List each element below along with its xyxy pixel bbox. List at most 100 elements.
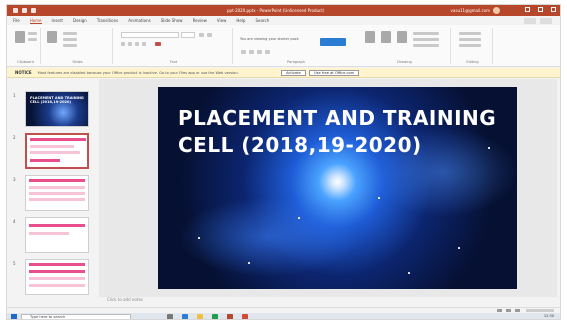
group-font: Font [115, 28, 233, 64]
system-tray-clock[interactable]: 12:30 [544, 314, 554, 318]
align-left-icon[interactable] [257, 50, 262, 54]
slide-thumbnail-3[interactable] [25, 175, 89, 211]
underline-icon[interactable] [135, 42, 139, 46]
shape-effects-icon[interactable] [413, 44, 439, 47]
thumbnail-bar [30, 159, 60, 162]
numbering-icon[interactable] [249, 50, 254, 54]
star-decoration [378, 197, 380, 199]
notice-bar: NOTICE Most features are disabled becaus… [7, 68, 560, 78]
star-decoration [298, 217, 300, 219]
task-view-icon[interactable] [167, 314, 173, 319]
chrome-icon[interactable] [212, 314, 218, 319]
user-account[interactable]: vasu11@gmail.com [451, 8, 490, 13]
zoom-slider[interactable] [526, 309, 554, 312]
slide-thumbnail-1[interactable]: PLACEMENT AND TRAINING CELL (2018,19-202… [25, 91, 89, 127]
shape-fill-icon[interactable] [413, 32, 439, 35]
italic-icon[interactable] [128, 42, 132, 46]
close-icon[interactable] [551, 7, 556, 12]
thumbnail-bar [29, 198, 85, 201]
group-editing: Editing [453, 28, 493, 64]
taskbar-search[interactable]: Type here to search [21, 314, 131, 319]
group-label: Editing [466, 60, 479, 64]
shrink-font-icon[interactable] [207, 33, 212, 37]
cut-icon[interactable] [28, 32, 37, 35]
group-label: Drawing [397, 60, 412, 64]
star-decoration [408, 272, 410, 274]
arrange-icon[interactable] [381, 31, 391, 43]
strikethrough-icon[interactable] [142, 42, 146, 46]
thumbnail-bar [30, 138, 86, 141]
notes-placeholder[interactable]: Click to add notes [107, 297, 143, 302]
thumbnail-bar [30, 145, 74, 148]
tab-file[interactable]: File [13, 18, 20, 23]
thumbnail-number: 4 [13, 219, 16, 224]
app-icon[interactable] [242, 314, 248, 319]
group-drawing: Drawing [359, 28, 451, 64]
tab-transitions[interactable]: Transitions [97, 18, 118, 23]
font-family-select[interactable] [121, 32, 179, 38]
quick-styles-icon[interactable] [397, 31, 407, 43]
start-icon[interactable] [11, 314, 17, 319]
comments-button[interactable] [540, 17, 552, 24]
window-title: ppt-2020.pptx - PowerPoint (Unlicensed P… [227, 8, 325, 13]
tab-design[interactable]: Design [73, 18, 87, 23]
tab-slide-show[interactable]: Slide Show [161, 18, 183, 23]
thumbnail-number: 3 [13, 177, 16, 182]
autosave-icon[interactable] [13, 8, 18, 13]
group-label: Font [169, 60, 178, 64]
layout-icon[interactable] [63, 32, 77, 35]
find-icon[interactable] [459, 32, 481, 35]
slide-thumbnail-2[interactable] [25, 133, 89, 169]
notice-label: NOTICE [15, 70, 32, 75]
slide-thumbnails-pane: 1 PLACEMENT AND TRAINING CELL (2018,19-2… [7, 79, 99, 307]
group-clipboard: Clipboard [11, 28, 41, 64]
tab-view[interactable]: View [217, 18, 227, 23]
grow-font-icon[interactable] [199, 33, 204, 37]
avatar[interactable] [493, 7, 500, 14]
paste-icon[interactable] [15, 31, 25, 43]
font-size-select[interactable] [181, 32, 195, 38]
copy-icon[interactable] [28, 38, 37, 41]
use-web-button[interactable]: Use free at Office.com [309, 70, 360, 76]
slide-sorter-icon[interactable] [506, 309, 511, 312]
tab-review[interactable]: Review [193, 18, 207, 23]
slide-thumbnail-4[interactable] [25, 217, 89, 253]
replace-icon[interactable] [459, 38, 481, 41]
font-color-icon[interactable] [155, 42, 161, 46]
tab-animations[interactable]: Animations [128, 18, 150, 23]
star-decoration [248, 262, 250, 264]
section-icon[interactable] [63, 44, 77, 47]
slide-title[interactable]: PLACEMENT AND TRAINING CELL (2018,19-202… [178, 105, 496, 159]
share-button[interactable] [524, 17, 536, 24]
align-center-icon[interactable] [265, 50, 270, 54]
thumbnail-bar [29, 284, 85, 287]
select-icon[interactable] [459, 44, 481, 47]
reading-view-icon[interactable] [515, 309, 520, 312]
tab-search[interactable]: Search [255, 18, 269, 23]
reset-icon[interactable] [63, 38, 77, 41]
bold-icon[interactable] [121, 42, 125, 46]
slide-thumbnail-5[interactable] [25, 259, 89, 295]
current-slide[interactable]: PLACEMENT AND TRAINING CELL (2018,19-202… [158, 87, 517, 289]
save-icon[interactable] [22, 8, 27, 13]
tab-home[interactable]: Home [29, 18, 42, 24]
shapes-icon[interactable] [365, 31, 375, 43]
thumbnail-bar [29, 179, 85, 182]
bullets-icon[interactable] [241, 50, 246, 54]
shape-outline-icon[interactable] [413, 38, 439, 41]
notice-message: Most features are disabled because your … [37, 70, 239, 75]
share-area [524, 17, 552, 24]
normal-view-icon[interactable] [497, 309, 502, 312]
tab-insert[interactable]: Insert [52, 18, 63, 23]
thumbnail-bar [29, 192, 85, 195]
tab-help[interactable]: Help [236, 18, 245, 23]
maximize-icon[interactable] [538, 7, 543, 12]
new-slide-icon[interactable] [47, 31, 57, 43]
minimize-icon[interactable] [525, 7, 530, 12]
file-explorer-icon[interactable] [197, 314, 203, 319]
activate-button[interactable]: Activate [281, 70, 306, 76]
undo-icon[interactable] [31, 8, 36, 13]
thumbnail-bar [29, 224, 85, 227]
edge-icon[interactable] [182, 314, 188, 319]
powerpoint-icon[interactable] [227, 314, 233, 319]
